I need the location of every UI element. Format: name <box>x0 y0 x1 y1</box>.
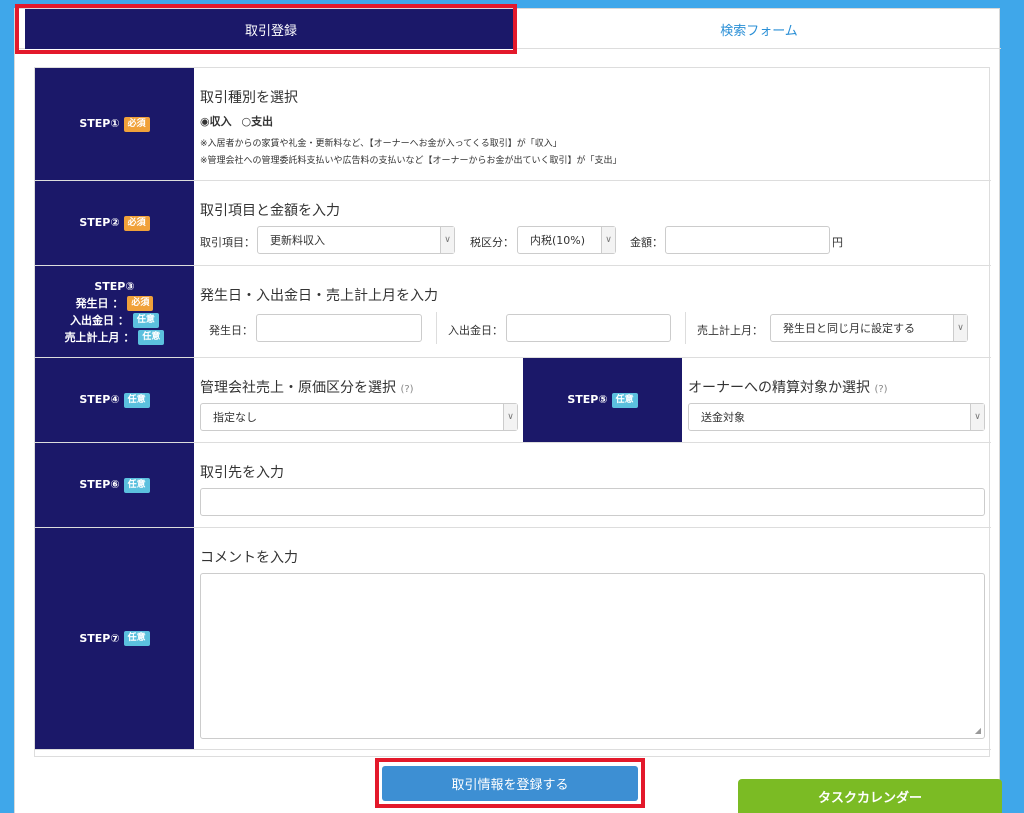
step3-title: 発生日・入出金日・売上計上月を入力 <box>200 288 438 304</box>
select-value: 発生日と同じ月に設定する <box>783 322 915 335</box>
step-number: STEP⑤ <box>567 393 608 406</box>
sales-cost-select[interactable]: 指定なし ∨ <box>200 403 518 431</box>
radio-income-label: 収入 <box>209 115 232 128</box>
tax-label: 税区分： <box>470 236 514 249</box>
step4-title: 管理会社売上・原価区分を選択 (?) <box>200 377 414 397</box>
help-icon[interactable]: (?) <box>874 384 887 395</box>
register-transaction-button[interactable]: 取引情報を登録する <box>382 766 638 801</box>
transaction-form: STEP① 必須 取引種別を選択 ◉収入 ○支出 ※入居者からの家賃や礼金・更新料… <box>34 67 991 757</box>
counterparty-input[interactable] <box>200 488 985 516</box>
step5-title-text: オーナーへの精算対象か選択 <box>688 380 870 396</box>
step4-5-row: STEP④ 任意 管理会社売上・原価区分を選択 (?) 指定なし ∨ STEP⑤ 任… <box>35 358 991 443</box>
step-number: STEP④ <box>79 393 120 406</box>
yen-unit: 円 <box>832 236 843 249</box>
tax-category-select[interactable]: 内税(10%) ∨ <box>517 226 616 254</box>
sales-month-sublabel: 売上計上月 ： <box>64 330 135 344</box>
step1-label: STEP① 必須 <box>35 68 194 180</box>
amount-input[interactable] <box>665 226 830 254</box>
select-value: 送金対象 <box>701 411 745 424</box>
step2-label: STEP② 必須 <box>35 181 194 265</box>
optional-badge: 任意 <box>123 631 150 646</box>
step-number: STEP② <box>79 216 120 229</box>
select-value: 指定なし <box>213 411 257 424</box>
step3-content: 発生日・入出金日・売上計上月を入力 発生日： 入出金日： 売上計上月： 発生日と… <box>194 266 991 357</box>
required-badge: 必須 <box>123 215 150 231</box>
step3-row: STEP③ 発生日 ：必須 入出金日 ：任意 売上計上月 ：任意 発生日・入出金… <box>35 266 991 358</box>
tab-label: 検索フォーム <box>720 23 798 39</box>
step2-content: 取引項目と金額を入力 取引項目： 更新料収入 ∨ 税区分： 内税(10%) ∨ … <box>194 181 991 265</box>
occurrence-date-label: 発生日： <box>209 324 253 337</box>
step-number: STEP⑦ <box>79 631 120 645</box>
chevron-down-icon: ∨ <box>970 404 984 430</box>
step6-row: STEP⑥ 任意 取引先を入力 <box>35 443 991 528</box>
transaction-type-radios: ◉収入 ○支出 <box>200 113 273 129</box>
sales-month-label: 売上計上月： <box>697 324 763 337</box>
step1-title: 取引種別を選択 <box>200 90 298 106</box>
step3-label: STEP③ 発生日 ：必須 入出金日 ：任意 売上計上月 ：任意 <box>35 266 194 357</box>
radio-expense-label: 支出 <box>251 115 274 128</box>
settlement-target-select[interactable]: 送金対象 ∨ <box>688 403 985 431</box>
step2-row: STEP② 必須 取引項目と金額を入力 取引項目： 更新料収入 ∨ 税区分： 内税… <box>35 181 991 266</box>
note-expense: ※管理会社への管理委託料支払いや広告料の支払いなど【オーナーからお金が出ていく取… <box>200 156 622 166</box>
optional-badge: 任意 <box>123 392 150 408</box>
chevron-down-icon: ∨ <box>601 227 615 253</box>
occurrence-date-sublabel: 発生日 ： <box>75 296 124 310</box>
step1-row: STEP① 必須 取引種別を選択 ◉収入 ○支出 ※入居者からの家賃や礼金・更新料… <box>35 68 991 181</box>
step4-content: 管理会社売上・原価区分を選択 (?) 指定なし ∨ <box>194 358 521 442</box>
divider <box>436 312 437 344</box>
radio-income[interactable]: ◉収入 <box>200 115 232 128</box>
chevron-down-icon: ∨ <box>503 404 517 430</box>
step1-content: 取引種別を選択 ◉収入 ○支出 ※入居者からの家賃や礼金・更新料など、【オーナー… <box>194 68 991 180</box>
step5-content: オーナーへの精算対象か選択 (?) 送金対象 ∨ <box>682 358 991 442</box>
chevron-down-icon: ∨ <box>953 315 967 341</box>
task-calendar-button[interactable]: タスクカレンダー <box>738 779 1002 813</box>
select-value: 更新料収入 <box>270 234 325 247</box>
note-income: ※入居者からの家賃や礼金・更新料など、【オーナーへお金が入ってくる取引】が「収入… <box>200 139 562 149</box>
step7-label: STEP⑦ 任意 <box>35 528 194 749</box>
step4-title-text: 管理会社売上・原価区分を選択 <box>200 380 396 396</box>
occurrence-date-input[interactable] <box>256 314 422 342</box>
step6-label: STEP⑥ 任意 <box>35 443 194 527</box>
resize-handle-icon[interactable]: ◢ <box>975 726 981 735</box>
item-label: 取引項目： <box>200 236 255 249</box>
step-number: STEP⑥ <box>79 478 120 491</box>
select-value: 内税(10%) <box>530 234 586 247</box>
step4-label: STEP④ 任意 <box>35 358 194 442</box>
step7-title: コメントを入力 <box>200 550 298 566</box>
divider <box>685 312 686 344</box>
step5-title: オーナーへの精算対象か選択 (?) <box>688 377 888 397</box>
transaction-item-select[interactable]: 更新料収入 ∨ <box>257 226 455 254</box>
payment-date-sublabel: 入出金日 ： <box>70 313 129 327</box>
step7-content: コメントを入力 ◢ <box>194 528 991 749</box>
payment-date-input[interactable] <box>506 314 671 342</box>
step-number: STEP① <box>79 117 120 130</box>
step2-title: 取引項目と金額を入力 <box>200 203 340 219</box>
step-number: STEP③ <box>94 279 135 293</box>
help-icon[interactable]: (?) <box>400 384 413 395</box>
main-panel: 取引登録 検索フォーム STEP① 必須 取引種別を選択 ◉収入 ○支出 ※入居者… <box>14 4 1001 813</box>
step5-label: STEP⑤ 任意 <box>523 358 682 442</box>
chevron-down-icon: ∨ <box>440 227 454 253</box>
amount-label: 金額： <box>630 236 663 249</box>
radio-expense[interactable]: ○支出 <box>241 115 273 128</box>
payment-date-label: 入出金日： <box>448 324 503 337</box>
required-badge: 必須 <box>127 296 154 311</box>
tab-search-form[interactable]: 検索フォーム <box>517 9 1001 49</box>
sales-month-select[interactable]: 発生日と同じ月に設定する ∨ <box>770 314 968 342</box>
optional-badge: 任意 <box>611 392 638 408</box>
tab-bar: 取引登録 検索フォーム <box>15 4 1001 54</box>
optional-badge: 任意 <box>132 313 159 328</box>
step7-row: STEP⑦ 任意 コメントを入力 ◢ <box>35 528 991 750</box>
required-badge: 必須 <box>123 116 150 132</box>
comment-textarea[interactable]: ◢ <box>200 573 985 739</box>
optional-badge: 任意 <box>138 330 165 345</box>
step6-content: 取引先を入力 <box>194 443 991 527</box>
optional-badge: 任意 <box>123 477 150 493</box>
step6-title: 取引先を入力 <box>200 465 284 481</box>
highlight-box-tab <box>15 4 517 54</box>
